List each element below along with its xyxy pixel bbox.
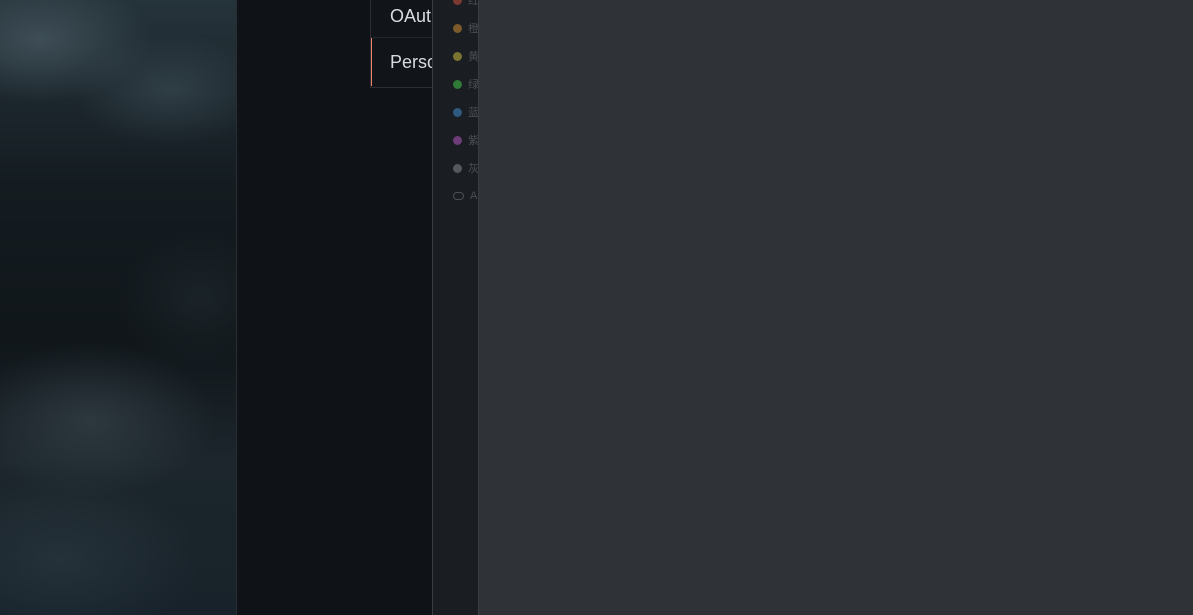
label-item[interactable]: 蓝 [453, 106, 478, 119]
label-text: 蓝 [468, 107, 478, 119]
label-sidebar: 红 橙 黄 绿 蓝 紫 灰 A [433, 0, 478, 615]
label-text: 橙 [468, 23, 478, 35]
label-item[interactable]: 灰 [453, 162, 478, 175]
label-dot-icon [453, 135, 462, 145]
label-item[interactable]: 黄 [453, 50, 478, 63]
tag-outline-icon [453, 192, 464, 200]
label-dot-icon [453, 23, 462, 33]
settings-nav-item-label: OAuth [390, 6, 434, 26]
label-dot-icon [453, 51, 462, 61]
label-text: 红 [468, 0, 478, 7]
label-text: 紫 [468, 135, 478, 147]
label-dot-icon [453, 79, 462, 89]
main-content [479, 0, 1193, 615]
label-text: 灰 [468, 163, 478, 175]
settings-nav-item-label: Perso [390, 52, 434, 72]
label-text: A [470, 190, 478, 202]
label-item[interactable]: 红 [453, 0, 478, 7]
settings-nav-item-oauth[interactable]: OAuth [371, 0, 434, 38]
settings-nav-item-personal[interactable]: Perso [371, 38, 434, 86]
settings-nav: OAuth Perso [370, 0, 434, 88]
label-dot-icon [453, 0, 462, 5]
label-item[interactable]: 橙 [453, 22, 478, 35]
label-item[interactable]: 紫 [453, 134, 478, 147]
label-item[interactable]: 绿 [453, 78, 478, 91]
label-dot-icon [453, 163, 462, 173]
label-text: 黄 [468, 51, 478, 63]
desktop-wallpaper [0, 0, 236, 615]
label-more[interactable]: A [453, 190, 477, 202]
label-text: 绿 [468, 79, 478, 91]
label-dot-icon [453, 107, 462, 117]
